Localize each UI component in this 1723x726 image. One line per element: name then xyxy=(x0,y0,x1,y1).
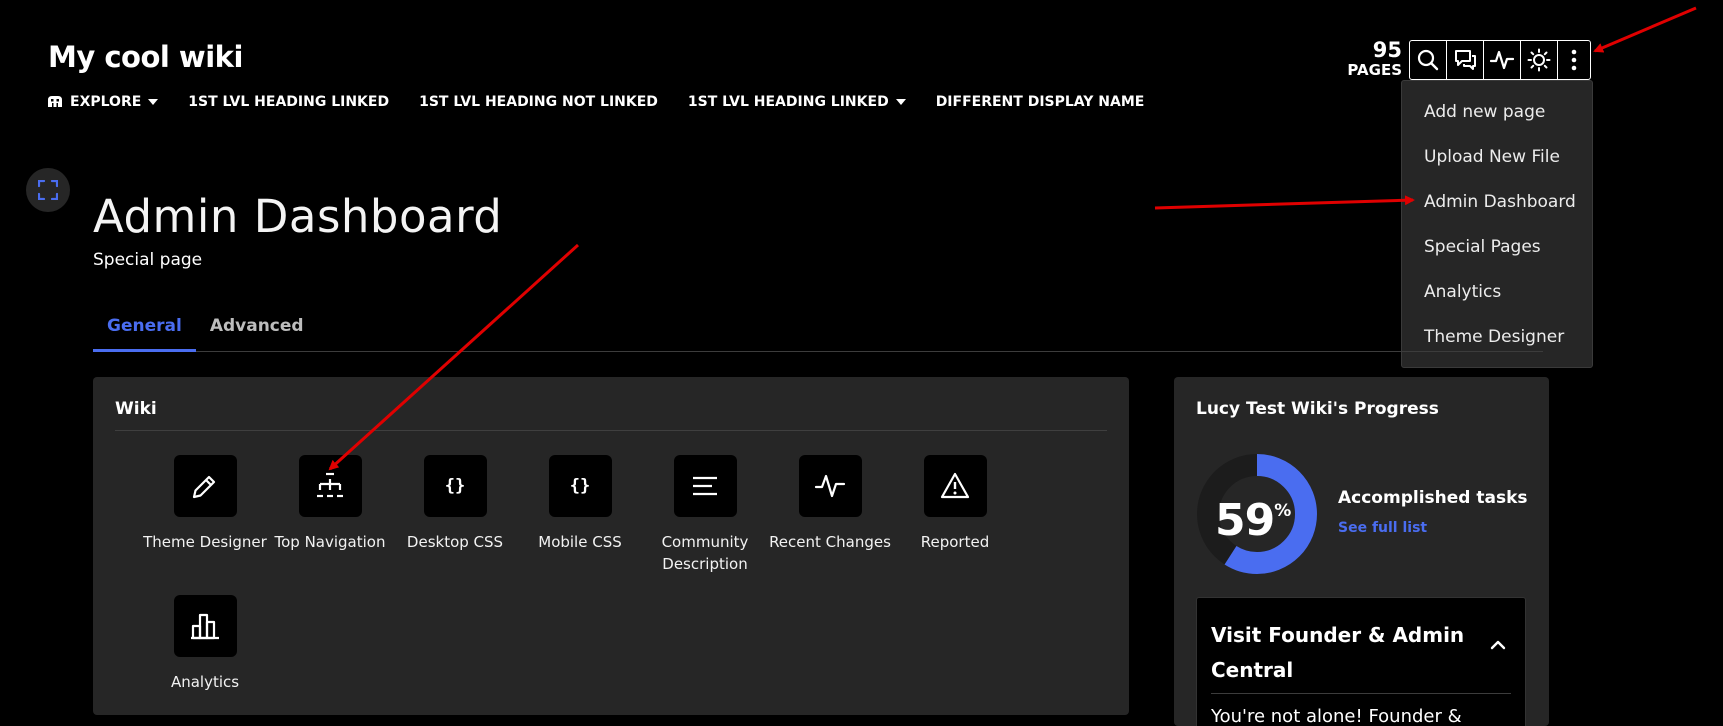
menu-item-admin-dashboard[interactable]: Admin Dashboard xyxy=(1402,179,1592,224)
activity-icon xyxy=(1490,50,1514,70)
tile-label: Recent Changes xyxy=(769,533,891,551)
see-full-list-link[interactable]: See full list xyxy=(1338,520,1427,536)
wiki-tools-card: Wiki Theme Designer Top Navigation {} De… xyxy=(93,377,1129,715)
tile-label: Top Navigation xyxy=(274,533,386,551)
card-title: Wiki xyxy=(115,399,157,419)
search-icon xyxy=(1417,49,1439,71)
tile-label: Analytics xyxy=(170,673,240,691)
pencil-icon xyxy=(192,475,216,499)
card-title: Lucy Test Wiki's Progress xyxy=(1196,399,1439,419)
tool-theme-designer[interactable]: Theme Designer xyxy=(140,455,270,553)
tab-general[interactable]: General xyxy=(93,313,196,352)
nav-item-3[interactable]: 1ST LVL HEADING LINKED xyxy=(688,94,906,110)
progress-percent: 59% xyxy=(1215,495,1291,546)
chevron-down-icon xyxy=(148,99,159,105)
theme-toggle-button[interactable] xyxy=(1521,41,1558,79)
tile-label: Mobile CSS xyxy=(538,533,622,551)
founder-central-title[interactable]: Visit Founder & Admin Central xyxy=(1211,618,1471,688)
more-options-icon xyxy=(1571,49,1577,71)
search-button[interactable] xyxy=(1410,41,1447,79)
bar-chart-icon xyxy=(191,613,219,640)
page-count-label: PAGES xyxy=(1347,61,1402,79)
progress-percent-value: 59 xyxy=(1215,495,1275,546)
annotation-arrow xyxy=(1154,195,1415,210)
page-count-number: 95 xyxy=(1372,38,1402,62)
expand-icon xyxy=(38,180,58,200)
founder-central-text: You're not alone! Founder & xyxy=(1211,706,1462,726)
tile-icon: {} xyxy=(548,455,612,517)
tool-analytics[interactable]: Analytics xyxy=(140,595,270,693)
tile-icon xyxy=(923,455,987,517)
page-title: Admin Dashboard xyxy=(93,190,503,243)
nav-item-4[interactable]: DIFFERENT DISPLAY NAME xyxy=(936,94,1145,110)
activity-button[interactable] xyxy=(1484,41,1521,79)
discussions-button[interactable] xyxy=(1447,41,1484,79)
progress-percent-symbol: % xyxy=(1274,501,1292,522)
sitemap-icon xyxy=(317,472,343,498)
chevron-up-icon[interactable] xyxy=(1490,640,1506,650)
tile-icon xyxy=(673,455,737,517)
chevron-down-icon xyxy=(895,99,906,105)
text-lines-icon xyxy=(693,476,717,496)
founder-central-panel: Visit Founder & Admin Central You're not… xyxy=(1196,597,1526,726)
nav-item-label: 1ST LVL HEADING LINKED xyxy=(687,94,889,110)
curly-braces-icon: {} xyxy=(569,476,591,496)
annotation-arrow xyxy=(1593,6,1697,53)
tile-icon xyxy=(298,455,362,517)
tool-mobile-css[interactable]: {} Mobile CSS xyxy=(515,455,645,553)
tile-icon: {} xyxy=(423,455,487,517)
divider xyxy=(1211,693,1511,694)
nav-item-1[interactable]: 1ST LVL HEADING LINKED xyxy=(188,94,389,110)
nav-explore[interactable]: EXPLORE xyxy=(47,94,159,110)
more-options-button[interactable] xyxy=(1558,41,1590,79)
tile-label: Desktop CSS xyxy=(406,533,504,551)
tile-icon xyxy=(173,455,237,517)
tool-recent-changes[interactable]: Recent Changes xyxy=(765,455,895,553)
menu-item-special-pages[interactable]: Special Pages xyxy=(1402,224,1592,269)
tile-icon xyxy=(798,455,862,517)
wiki-progress-card: Lucy Test Wiki's Progress 59% Accomplish… xyxy=(1174,377,1549,726)
explore-icon xyxy=(48,96,62,107)
wiki-name[interactable]: My cool wiki xyxy=(48,40,243,74)
menu-item-add-new-page[interactable]: Add new page xyxy=(1402,89,1592,134)
accomplished-tasks-label: Accomplished tasks xyxy=(1338,488,1528,508)
tab-advanced[interactable]: Advanced xyxy=(196,313,318,352)
divider xyxy=(115,430,1107,431)
nav-item-2[interactable]: 1ST LVL HEADING NOT LINKED xyxy=(419,94,658,110)
warning-icon xyxy=(940,472,970,499)
tool-community-description[interactable]: Community Description xyxy=(640,455,770,575)
nav-item-label: 1ST LVL HEADING LINKED xyxy=(188,94,390,110)
top-navigation: EXPLORE 1ST LVL HEADING LINKED 1ST LVL H… xyxy=(47,94,1144,110)
nav-item-label: DIFFERENT DISPLAY NAME xyxy=(935,94,1145,110)
discussions-icon xyxy=(1455,50,1476,70)
tile-label: Community Description xyxy=(661,533,749,573)
tile-icon xyxy=(173,595,237,657)
tile-label: Theme Designer xyxy=(143,533,267,551)
fullscreen-toggle-button[interactable] xyxy=(26,168,70,212)
curly-braces-icon: {} xyxy=(444,476,466,496)
activity-icon xyxy=(814,474,846,498)
nav-explore-label: EXPLORE xyxy=(70,94,142,110)
nav-item-label: 1ST LVL HEADING NOT LINKED xyxy=(419,94,658,110)
theme-toggle-icon xyxy=(1527,48,1551,72)
page-count: 95 PAGES xyxy=(1340,40,1402,78)
tile-label: Reported xyxy=(920,533,990,551)
header-toolbar xyxy=(1409,40,1591,80)
tool-desktop-css[interactable]: {} Desktop CSS xyxy=(390,455,520,553)
menu-item-analytics[interactable]: Analytics xyxy=(1402,269,1592,314)
tool-top-navigation[interactable]: Top Navigation xyxy=(265,455,395,553)
page-subtitle: Special page xyxy=(93,250,203,270)
tool-reported[interactable]: Reported xyxy=(890,455,1020,553)
tab-bar: General Advanced xyxy=(93,313,1543,352)
menu-item-upload-new-file[interactable]: Upload New File xyxy=(1402,134,1592,179)
